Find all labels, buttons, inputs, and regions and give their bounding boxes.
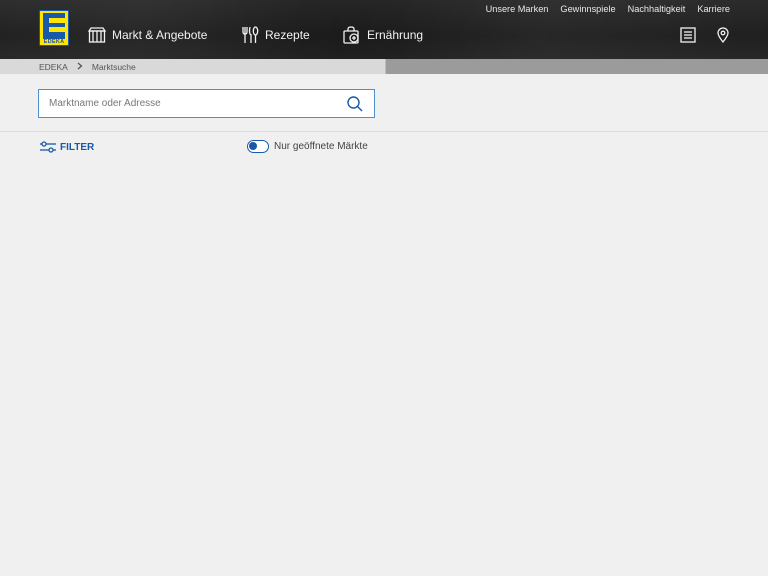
link-unsere-marken[interactable]: Unsere Marken [486,4,549,14]
store-icon [87,25,107,45]
cutlery-icon [240,25,260,45]
nav-markt-label: Markt & Angebote [112,28,208,42]
search-icon[interactable] [346,95,364,113]
logo-e-mark [43,13,65,39]
edeka-logo[interactable]: EDEKA [39,10,69,46]
shopping-bag-icon [342,25,362,45]
divider [0,131,768,132]
nav-ernaehrung-label: Ernährung [367,28,424,42]
map-area-top-strip [385,59,768,74]
open-markets-toggle[interactable] [247,140,269,153]
sliders-icon [39,140,57,154]
link-karriere[interactable]: Karriere [697,4,730,14]
open-markets-label: Nur geöffnete Märkte [274,141,368,152]
search-input[interactable] [39,90,346,117]
filter-button[interactable]: FILTER [39,140,94,154]
top-links: Unsere Marken Gewinnspiele Nachhaltigkei… [486,4,730,14]
link-nachhaltigkeit[interactable]: Nachhaltigkeit [628,4,686,14]
nav-rezepte-label: Rezepte [265,28,310,42]
nav-rezepte[interactable]: Rezepte [240,25,310,45]
link-gewinnspiele[interactable]: Gewinnspiele [560,4,615,14]
location-pin-icon[interactable] [714,26,732,44]
market-search-box [38,89,375,118]
nav-ernaehrung[interactable]: Ernährung [342,25,423,45]
breadcrumb: EDEKA Marktsuche [0,59,385,74]
shopping-list-icon[interactable] [679,26,697,44]
breadcrumb-item-marktsuche: Marktsuche [91,61,136,72]
nav-markt-angebote[interactable]: Markt & Angebote [87,25,207,45]
open-markets-toggle-row: Nur geöffnete Märkte [247,140,368,153]
breadcrumb-item-edeka[interactable]: EDEKA [39,62,68,72]
toggle-knob [249,142,257,150]
filter-label: FILTER [60,141,95,153]
logo-text: EDEKA [43,39,65,45]
chevron-right-icon [77,62,83,72]
top-navigation-bar: EDEKA Markt & Angebote Rezepte Ernährung… [0,0,768,59]
